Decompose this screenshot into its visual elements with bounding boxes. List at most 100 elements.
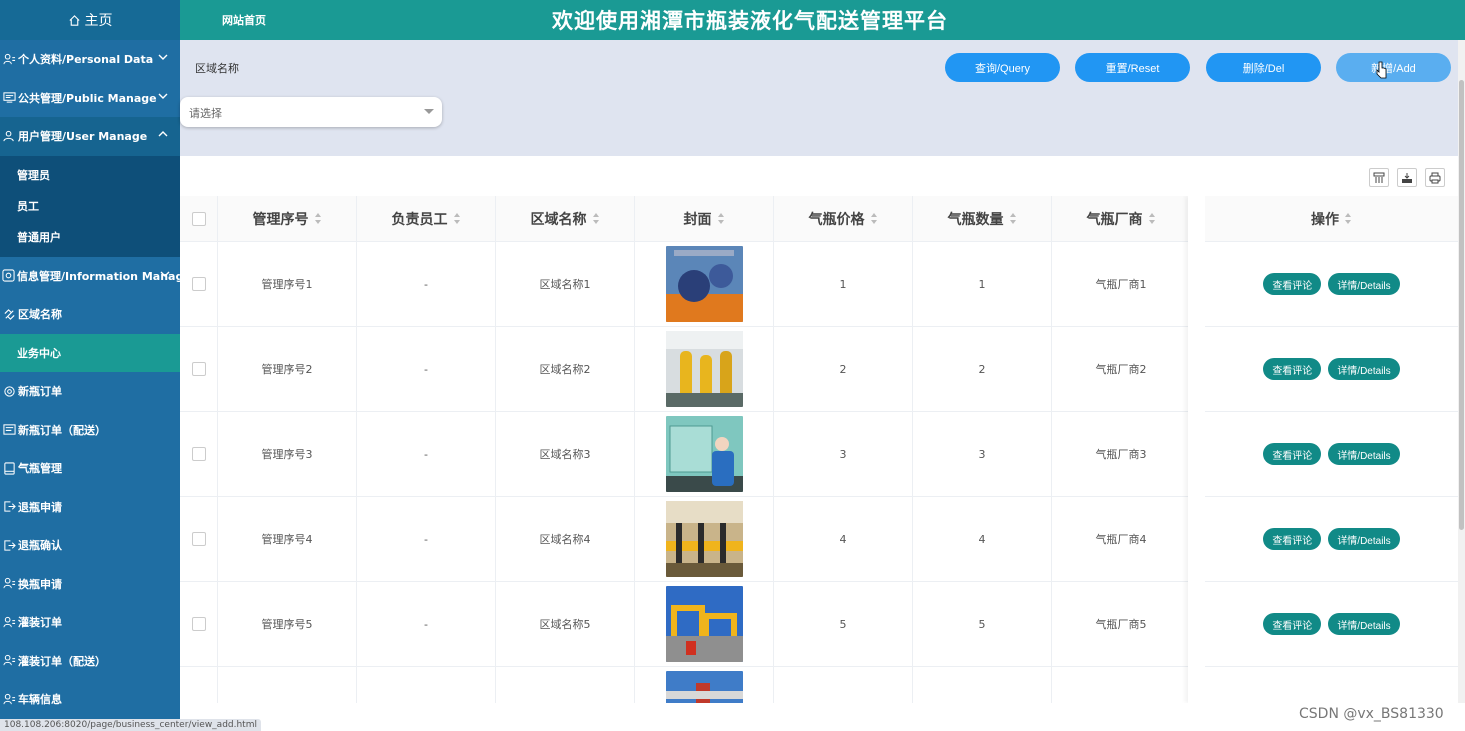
column-header[interactable]: 封面 xyxy=(635,196,774,241)
sidebar-subitem-regular-user[interactable]: 普通用户 xyxy=(0,222,180,253)
sidebar-item-swap-bottle-apply[interactable]: 换瓶申请 xyxy=(0,565,180,604)
sidebar-item-label: 个人资料/Personal Data xyxy=(18,53,154,67)
row-select-cell xyxy=(180,667,218,703)
add-button[interactable]: 新增/Add xyxy=(1336,53,1451,82)
column-header[interactable]: 操作 xyxy=(1205,196,1458,241)
export-icon[interactable] xyxy=(1397,168,1417,187)
view-comments-button[interactable]: 查看评论 xyxy=(1263,443,1322,465)
row-checkbox[interactable] xyxy=(191,447,206,461)
site-home-link[interactable]: 网站首页 xyxy=(222,12,266,28)
cover-cell xyxy=(635,412,774,496)
cover-image[interactable] xyxy=(665,501,743,577)
home-link[interactable]: 主页 xyxy=(0,0,180,40)
qty-cell xyxy=(913,667,1052,703)
select-all-checkbox[interactable] xyxy=(191,211,206,226)
sidebar-subitem-admin[interactable]: 管理员 xyxy=(0,160,180,191)
sidebar-item-label: 气瓶管理 xyxy=(18,462,62,476)
staff-cell: - xyxy=(357,412,496,496)
table-row: 管理序号5 - 区域名称5 5 5 气瓶厂商5 查看评论 详情/Details xyxy=(180,582,1458,667)
delete-button[interactable]: 删除/Del xyxy=(1206,53,1321,82)
row-checkbox[interactable] xyxy=(191,277,206,291)
row-checkbox[interactable] xyxy=(191,362,206,376)
column-header[interactable]: 管理序号 xyxy=(218,196,357,241)
cover-image[interactable] xyxy=(665,246,743,322)
maker-cell: 气瓶厂商1 xyxy=(1052,242,1191,326)
user-icon xyxy=(2,692,16,706)
area-cell xyxy=(496,667,635,703)
cover-cell xyxy=(635,667,774,703)
sidebar-item-public-manage[interactable]: 公共管理/Public Manage xyxy=(0,79,180,118)
details-button[interactable]: 详情/Details xyxy=(1328,358,1400,380)
cover-image[interactable] xyxy=(665,331,743,407)
sort-icon[interactable] xyxy=(592,213,600,224)
columns-icon[interactable] xyxy=(1369,168,1389,187)
table-row: 管理序号1 - 区域名称1 1 1 气瓶厂商1 查看评论 详情/Details xyxy=(180,242,1458,327)
sort-icon[interactable] xyxy=(1148,213,1156,224)
sidebar-item-personal-data[interactable]: 个人资料/Personal Data xyxy=(0,40,180,79)
details-button[interactable]: 详情/Details xyxy=(1328,613,1400,635)
page-title: 欢迎使用湘潭市瓶装液化气配送管理平台 xyxy=(552,9,948,33)
cover-image[interactable] xyxy=(665,416,743,492)
sidebar-item-information-manage[interactable]: 信息管理/Information Manage xyxy=(0,257,180,296)
sidebar-item-area-name[interactable]: 区域名称 xyxy=(0,295,180,334)
cover-cell xyxy=(635,327,774,411)
vertical-scrollbar[interactable] xyxy=(1458,40,1465,703)
column-header[interactable]: 区域名称 xyxy=(496,196,635,241)
home-icon xyxy=(68,14,80,26)
details-button[interactable]: 详情/Details xyxy=(1328,443,1400,465)
user-icon xyxy=(2,577,16,591)
table-header: 管理序号 负责员工 区域名称 封面 气瓶价格 气瓶数量 气瓶厂商 操作 xyxy=(180,196,1458,242)
sort-icon[interactable] xyxy=(314,213,322,224)
sidebar-item-filling-order-delivery[interactable]: 灌装订单（配送） xyxy=(0,642,180,681)
seq-cell: 管理序号1 xyxy=(218,242,357,326)
sidebar-subitem-staff[interactable]: 员工 xyxy=(0,191,180,222)
cover-image[interactable] xyxy=(665,586,743,662)
row-checkbox[interactable] xyxy=(191,617,206,631)
sidebar-item-filling-order[interactable]: 灌装订单 xyxy=(0,603,180,642)
column-header[interactable]: 气瓶厂商 xyxy=(1052,196,1191,241)
sidebar-item-vehicle-info[interactable]: 车辆信息 xyxy=(0,680,180,719)
column-header-label: 操作 xyxy=(1311,211,1339,228)
sort-icon[interactable] xyxy=(870,213,878,224)
query-button[interactable]: 查询/Query xyxy=(945,53,1060,82)
print-icon[interactable] xyxy=(1425,168,1445,187)
exit-icon xyxy=(2,500,16,514)
sidebar-item-return-bottle-confirm[interactable]: 退瓶确认 xyxy=(0,526,180,565)
cover-image[interactable] xyxy=(665,671,743,703)
sort-icon[interactable] xyxy=(1345,213,1352,224)
price-cell: 3 xyxy=(774,412,913,496)
sort-icon[interactable] xyxy=(717,213,725,224)
view-comments-button[interactable]: 查看评论 xyxy=(1263,528,1322,550)
area-cell: 区域名称4 xyxy=(496,497,635,581)
column-header[interactable]: 负责员工 xyxy=(357,196,496,241)
sidebar-item-new-bottle-order-delivery[interactable]: 新瓶订单（配送） xyxy=(0,411,180,450)
area-name-select[interactable]: 请选择 xyxy=(180,97,442,127)
view-comments-button[interactable]: 查看评论 xyxy=(1263,273,1322,295)
area-cell: 区域名称3 xyxy=(496,412,635,496)
sidebar-item-new-bottle-order[interactable]: 新瓶订单 xyxy=(0,372,180,411)
sidebar-item-return-bottle-apply[interactable]: 退瓶申请 xyxy=(0,488,180,527)
ops-cell: 查看评论 详情/Details xyxy=(1205,412,1458,496)
details-button[interactable]: 详情/Details xyxy=(1328,528,1400,550)
column-header[interactable]: 气瓶数量 xyxy=(913,196,1052,241)
details-button[interactable]: 详情/Details xyxy=(1328,273,1400,295)
view-comments-button[interactable]: 查看评论 xyxy=(1263,358,1322,380)
user-icon xyxy=(2,52,16,66)
sort-icon[interactable] xyxy=(453,213,461,224)
sidebar-item-business-center[interactable]: 业务中心 xyxy=(0,333,180,372)
area-cell: 区域名称1 xyxy=(496,242,635,326)
fixed-column-divider xyxy=(1188,196,1205,703)
scrollbar-thumb[interactable] xyxy=(1459,80,1464,530)
user-icon xyxy=(2,654,16,668)
column-header[interactable]: 气瓶价格 xyxy=(774,196,913,241)
sort-icon[interactable] xyxy=(1009,213,1017,224)
price-cell: 1 xyxy=(774,242,913,326)
staff-cell: - xyxy=(357,582,496,666)
ops-cell xyxy=(1205,667,1458,703)
sidebar-item-cylinder-manage[interactable]: 气瓶管理 xyxy=(0,449,180,488)
maker-cell: 气瓶厂商3 xyxy=(1052,412,1191,496)
reset-button[interactable]: 重置/Reset xyxy=(1075,53,1190,82)
view-comments-button[interactable]: 查看评论 xyxy=(1263,613,1322,635)
row-checkbox[interactable] xyxy=(191,532,206,546)
sidebar-item-user-manage[interactable]: 用户管理/User Manage xyxy=(0,117,180,156)
